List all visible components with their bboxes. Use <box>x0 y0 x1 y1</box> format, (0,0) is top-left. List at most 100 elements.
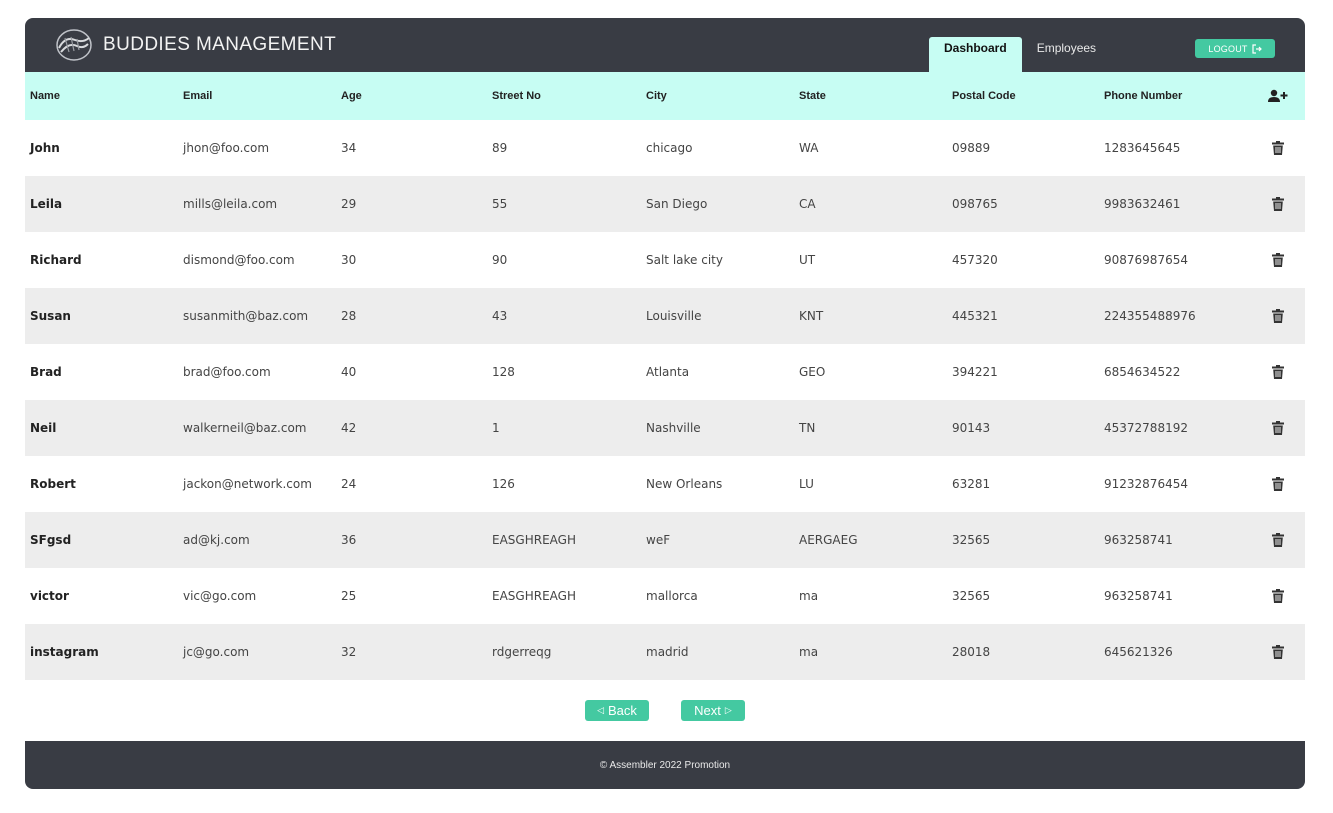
cell-state: ma <box>799 645 819 659</box>
cell-city: Salt lake city <box>646 253 723 267</box>
cell-city: New Orleans <box>646 477 723 491</box>
cell-postal-code: 445321 <box>952 309 998 323</box>
table-header-row: Name Email Age Street No City State Post… <box>25 72 1305 120</box>
cell-postal-code: 457320 <box>952 253 998 267</box>
delete-cell <box>1251 288 1305 344</box>
cell-phone-number: 90876987654 <box>1104 253 1188 267</box>
table-row: Neil walkerneil@baz.com 42 1 Nashville TN 9014… <box>25 400 1305 456</box>
trash-icon[interactable] <box>1272 589 1284 604</box>
employees-table: Name Email Age Street No City State Post… <box>25 72 1305 680</box>
cell-postal-code: 098765 <box>952 197 998 211</box>
tab-employees[interactable]: Employees <box>1022 37 1111 72</box>
cell-name: instagram <box>30 645 99 659</box>
cell-phone-number: 224355488976 <box>1104 309 1196 323</box>
cell-phone-number: 963258741 <box>1104 533 1173 547</box>
trash-icon[interactable] <box>1272 477 1284 492</box>
logout-label: LOGOUT <box>1208 43 1248 54</box>
cell-city: mallorca <box>646 589 698 603</box>
cell-street-no: EASGHREAGH <box>492 589 576 603</box>
pagination: ◁ Back Next ▷ <box>25 680 1305 741</box>
cell-street-no: 90 <box>492 253 508 267</box>
cell-state: LU <box>799 477 814 491</box>
cell-name: Neil <box>30 421 57 435</box>
column-header-phone-number: Phone Number <box>1104 90 1183 102</box>
cell-city: Louisville <box>646 309 702 323</box>
back-button[interactable]: ◁ Back <box>585 700 649 721</box>
cell-street-no: 1 <box>492 421 500 435</box>
add-user-cell <box>1251 72 1305 120</box>
cell-email: susanmith@baz.com <box>183 309 309 323</box>
table-row: Susan susanmith@baz.com 28 43 Louisville KNT 4… <box>25 288 1305 344</box>
cell-name: Richard <box>30 253 82 267</box>
cell-city: weF <box>646 533 671 547</box>
cell-name: John <box>30 141 60 155</box>
trash-icon[interactable] <box>1272 309 1284 324</box>
nav-tabs: Dashboard Employees <box>929 37 1111 72</box>
cell-name: SFgsd <box>30 533 72 547</box>
cell-age: 40 <box>341 365 357 379</box>
cell-city: Atlanta <box>646 365 690 379</box>
delete-cell <box>1251 120 1305 176</box>
footer: © Assembler 2022 Promotion <box>25 741 1305 789</box>
column-header-city: City <box>646 90 667 102</box>
next-button[interactable]: Next ▷ <box>681 700 745 721</box>
delete-cell <box>1251 456 1305 512</box>
cell-state: GEO <box>799 365 826 379</box>
trash-icon[interactable] <box>1272 645 1284 660</box>
user-plus-icon[interactable] <box>1268 89 1288 103</box>
trash-icon[interactable] <box>1272 533 1284 548</box>
trash-icon[interactable] <box>1272 197 1284 212</box>
cell-email: brad@foo.com <box>183 365 271 379</box>
table-row: SFgsd ad@kj.com 36 EASGHREAGH weF AERGAEG 3256… <box>25 512 1305 568</box>
cell-postal-code: 90143 <box>952 421 991 435</box>
cell-city: madrid <box>646 645 689 659</box>
caret-right-icon: ▷ <box>724 705 732 715</box>
cell-street-no: 89 <box>492 141 508 155</box>
cell-city: Nashville <box>646 421 701 435</box>
trash-icon[interactable] <box>1272 421 1284 436</box>
table-row: instagram jc@go.com 32 rdgerreqg madrid ma 280… <box>25 624 1305 680</box>
tab-dashboard[interactable]: Dashboard <box>929 37 1022 72</box>
cell-phone-number: 45372788192 <box>1104 421 1188 435</box>
cell-phone-number: 963258741 <box>1104 589 1173 603</box>
delete-cell <box>1251 624 1305 680</box>
brand-title: BUDDIES MANAGEMENT <box>103 34 337 55</box>
cell-name: Robert <box>30 477 76 491</box>
trash-icon[interactable] <box>1272 253 1284 268</box>
back-label: Back <box>608 703 637 718</box>
trash-icon[interactable] <box>1272 365 1284 380</box>
cell-name: victor <box>30 589 69 603</box>
cell-state: WA <box>799 141 819 155</box>
delete-cell <box>1251 344 1305 400</box>
delete-cell <box>1251 512 1305 568</box>
cell-state: KNT <box>799 309 824 323</box>
cell-street-no: EASGHREAGH <box>492 533 576 547</box>
cell-email: jhon@foo.com <box>183 141 270 155</box>
cell-state: TN <box>799 421 816 435</box>
cell-age: 34 <box>341 141 357 155</box>
cell-phone-number: 1283645645 <box>1104 141 1181 155</box>
cell-age: 24 <box>341 477 357 491</box>
sign-out-icon <box>1252 43 1262 54</box>
table-row: Brad brad@foo.com 40 128 Atlanta GEO 394221 685… <box>25 344 1305 400</box>
top-navbar: BUDDIES MANAGEMENT Dashboard Employees L… <box>25 18 1305 72</box>
cell-email: ad@kj.com <box>183 533 250 547</box>
delete-cell <box>1251 232 1305 288</box>
cell-phone-number: 9983632461 <box>1104 197 1181 211</box>
logout-button[interactable]: LOGOUT <box>1195 39 1275 58</box>
handshake-logo-icon <box>56 29 92 61</box>
brand[interactable]: BUDDIES MANAGEMENT <box>55 28 336 62</box>
table-row: Richard dismond@foo.com 30 90 Salt lake city… <box>25 232 1305 288</box>
column-header-name: Name <box>30 90 60 102</box>
cell-street-no: 126 <box>492 477 515 491</box>
cell-state: AERGAEG <box>799 533 858 547</box>
cell-age: 28 <box>341 309 357 323</box>
column-header-email: Email <box>183 90 213 102</box>
cell-age: 32 <box>341 645 357 659</box>
cell-postal-code: 32565 <box>952 533 991 547</box>
column-header-street-no: Street No <box>492 90 541 102</box>
trash-icon[interactable] <box>1272 141 1284 156</box>
column-header-state: State <box>799 90 826 102</box>
cell-email: jackon@network.com <box>183 477 312 491</box>
cell-name: Susan <box>30 309 71 323</box>
